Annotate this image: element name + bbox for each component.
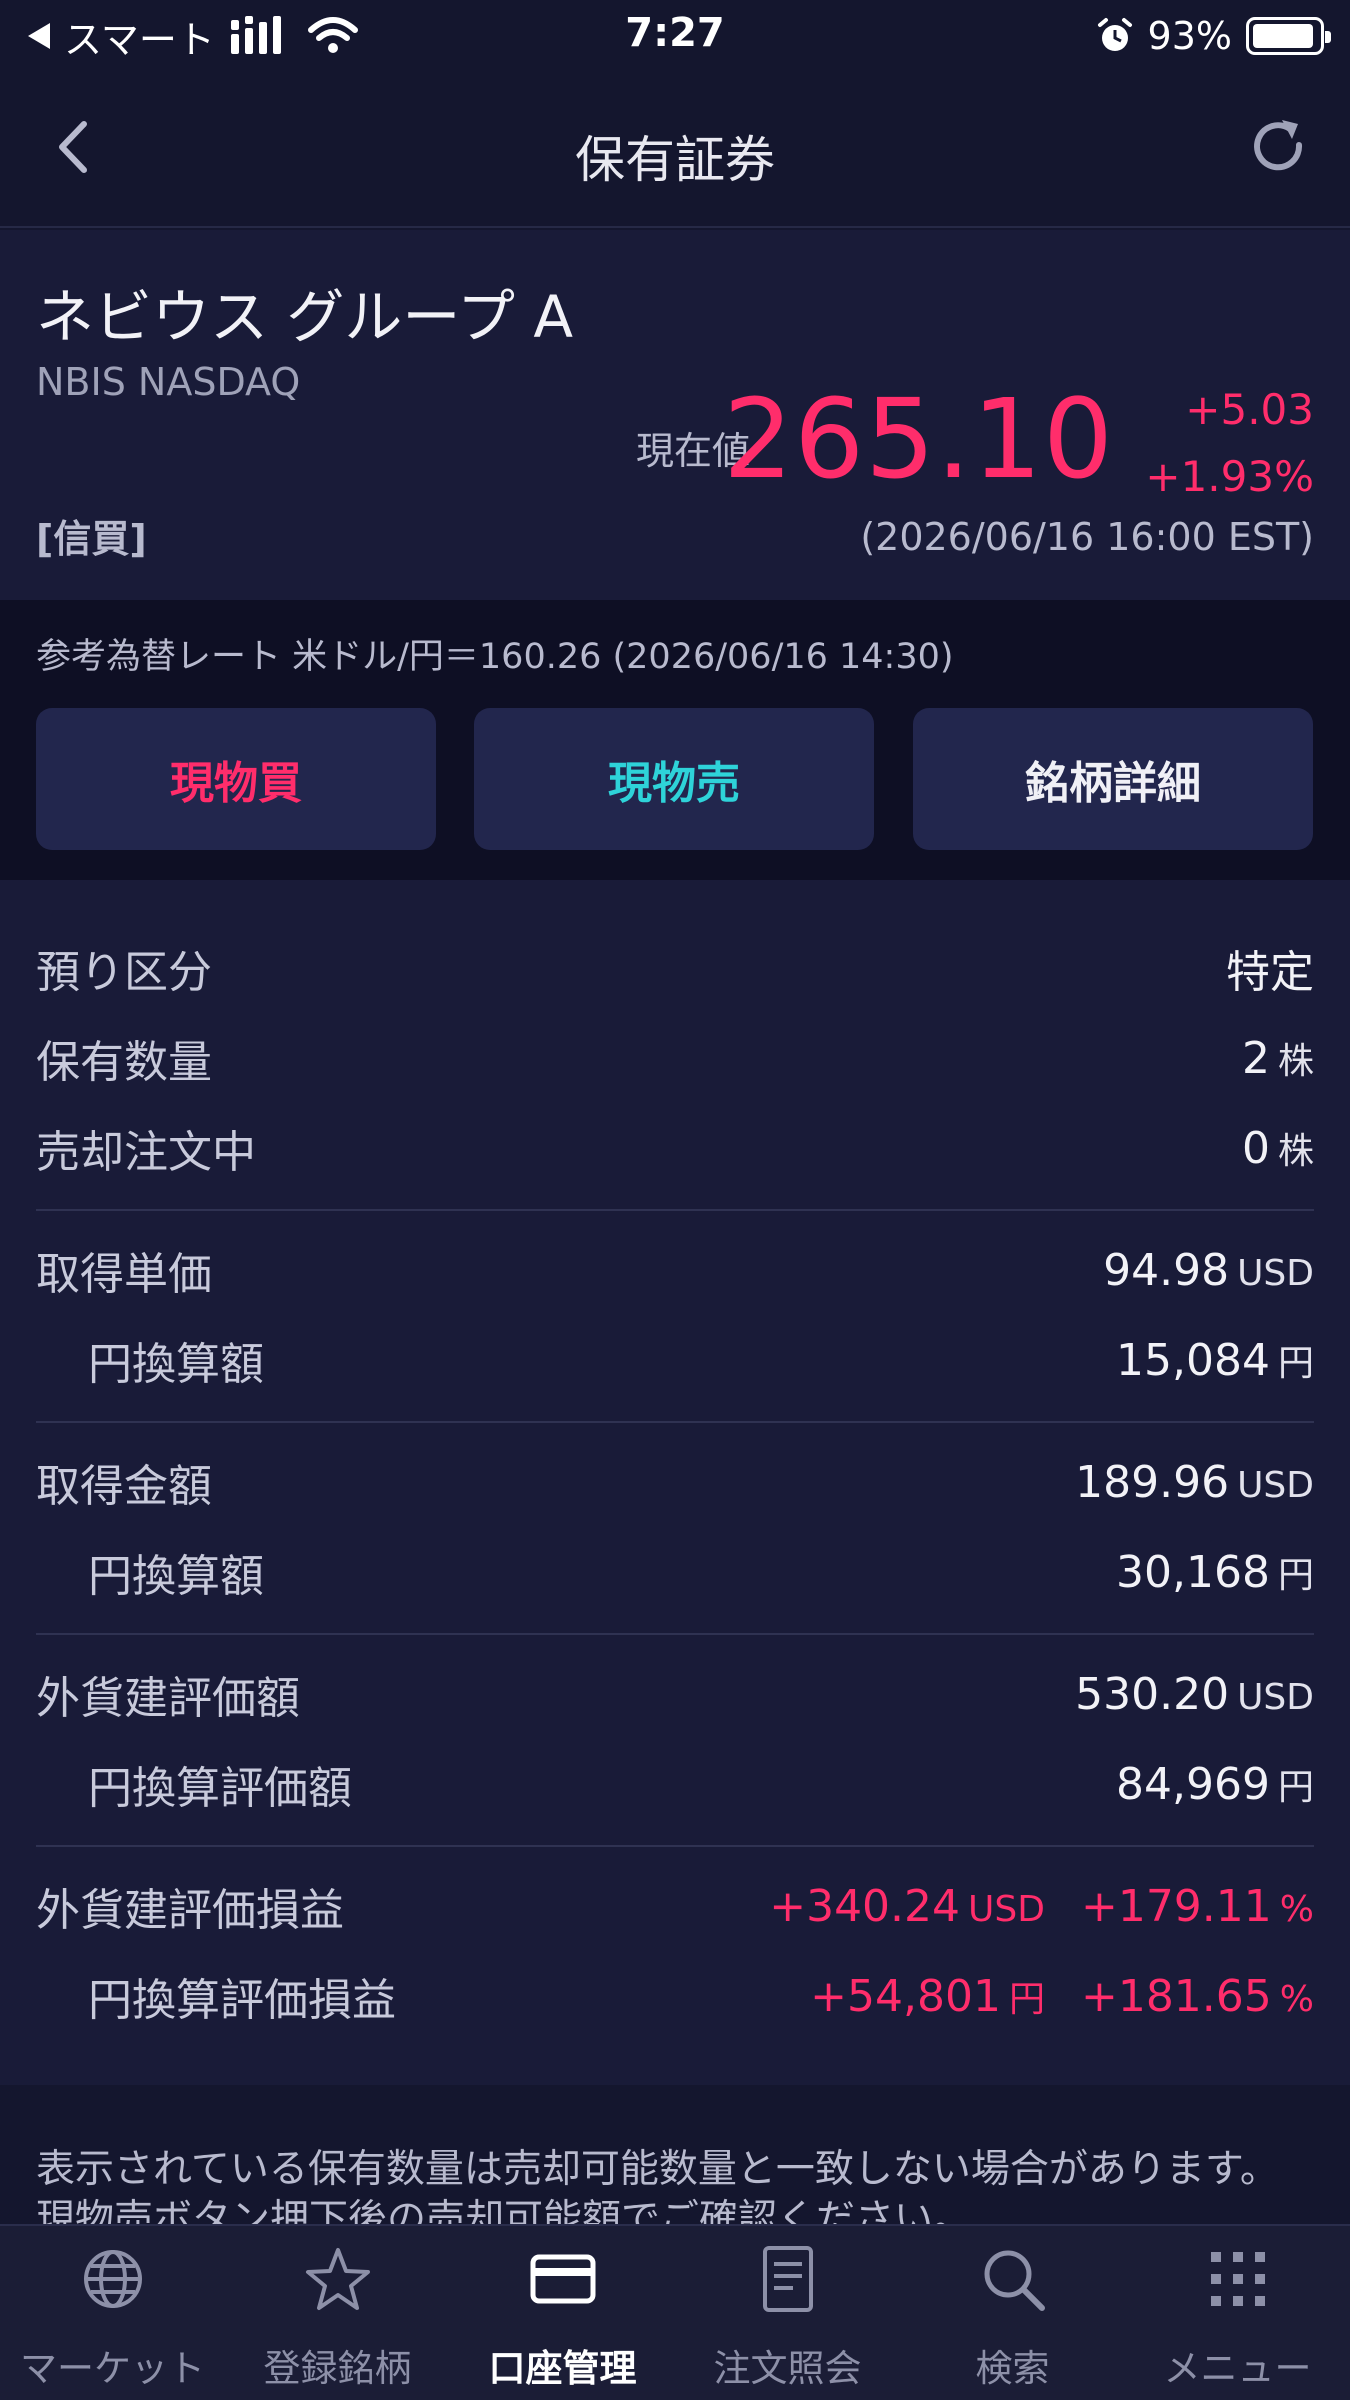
row-percent-unit: % (1279, 1979, 1314, 2020)
price-change: +5.03 (1185, 385, 1314, 434)
exchange-rate: 参考為替レート 米ドル/円＝160.26 (2026/06/16 14:30) (36, 637, 954, 677)
refresh-icon[interactable] (1244, 112, 1314, 182)
battery-nub (1325, 31, 1331, 43)
row-value: 530.20 (1075, 1668, 1230, 1720)
row-label: 保有数量 (36, 1037, 212, 1088)
row-deposit-type: 預り区分 特定 (36, 938, 1314, 998)
row-label: 売却注文中 (36, 1127, 256, 1178)
row-cost-total: 取得金額 189.96 USD (36, 1452, 1314, 1513)
divider (36, 1421, 1314, 1423)
row-label: 取得金額 (36, 1461, 212, 1512)
row-value: 94.98 (1103, 1244, 1230, 1296)
search-icon (984, 2250, 1045, 2311)
row-unit: 円 (1277, 1555, 1314, 1596)
row-unit: 株 (1277, 1131, 1314, 1172)
row-value: 84,969 (1116, 1759, 1270, 1810)
row-value: 189.96 (1075, 1456, 1230, 1508)
row-value: 2 (1241, 1033, 1270, 1084)
row-percent-unit: % (1279, 1888, 1314, 1930)
battery-percent: 93% (1147, 14, 1232, 58)
row-value: 30,168 (1116, 1547, 1270, 1598)
tab-label: 口座管理 (488, 2347, 637, 2390)
sell-button[interactable]: 現物売 (474, 708, 874, 850)
stock-header: ネビウス グループ A NBIS NASDAQ [信買] 現在値 265.10 … (0, 230, 1350, 600)
battery-icon (1246, 17, 1331, 55)
status-right: 93% (1096, 10, 1331, 62)
tab-label: メニュー (1163, 2347, 1312, 2390)
action-band: 参考為替レート 米ドル/円＝160.26 (2026/06/16 14:30) … (0, 600, 1350, 880)
row-profit-loss: 外貨建評価損益 +340.24 USD +179.11% (36, 1876, 1314, 1937)
note-area: 表示されている保有数量は売却可能数量と一致しない場合があります。現物売ボタン押下… (0, 2085, 1350, 2225)
row-label: 円換算額 (88, 1339, 264, 1390)
row-value: 特定 (1226, 947, 1314, 998)
row-quantity: 保有数量 2株 (36, 1028, 1314, 1088)
row-unit-cost-jpy: 円換算額 15,084 円 (36, 1330, 1314, 1390)
row-value: +54,801 (810, 1971, 1001, 2022)
row-unit: 株 (1277, 1041, 1314, 1082)
star-icon (305, 2248, 370, 2310)
stock-code: NBIS NASDAQ (36, 360, 301, 404)
divider (36, 1845, 1314, 1847)
row-label: 円換算額 (88, 1551, 264, 1602)
divider (36, 1633, 1314, 1635)
row-unit-cost: 取得単価 94.98 USD (36, 1240, 1314, 1301)
row-selling: 売却注文中 0株 (36, 1118, 1314, 1178)
document-icon (762, 2246, 813, 2312)
page-title: 保有証券 (575, 131, 775, 189)
holding-note: 表示されている保有数量は売却可能数量と一致しない場合があります。現物売ボタン押下… (36, 2147, 1279, 2225)
row-cost-total-jpy: 円換算額 30,168 円 (36, 1542, 1314, 1602)
tab-watchlist[interactable]: 登録銘柄 (225, 2226, 450, 2400)
current-price: 265.10 (723, 375, 1114, 503)
row-unit: USD (1237, 1676, 1314, 1718)
holding-details: 預り区分 特定 保有数量 2株 売却注文中 0株 取得単価 94.98 USD 円… (0, 880, 1350, 2085)
tab-account[interactable]: 口座管理 (450, 2226, 675, 2400)
row-value: 0 (1241, 1123, 1270, 1174)
row-unit: USD (1237, 1252, 1314, 1294)
row-unit: USD (1237, 1464, 1314, 1506)
row-percent: +179.11 (1080, 1880, 1272, 1932)
grid-menu-icon (1210, 2252, 1265, 2306)
row-valuation-jpy: 円換算評価額 84,969 円 (36, 1754, 1314, 1814)
tab-search[interactable]: 検索 (900, 2226, 1125, 2400)
row-unit: 円 (1277, 1343, 1314, 1384)
price-timestamp: (2026/06/16 16:00 EST) (860, 515, 1314, 559)
tab-label: 検索 (975, 2347, 1050, 2390)
tab-menu[interactable]: メニュー (1125, 2226, 1350, 2400)
row-valuation: 外貨建評価額 530.20 USD (36, 1664, 1314, 1725)
row-value: 15,084 (1116, 1335, 1270, 1386)
row-value: +340.24 (769, 1880, 961, 1932)
row-label: 預り区分 (36, 947, 212, 998)
row-label: 取得単価 (36, 1249, 212, 1300)
price-change-percent: +1.93% (1145, 452, 1314, 501)
row-label: 円換算評価損益 (88, 1975, 396, 2026)
battery-fill (1253, 24, 1313, 48)
stock-name: ネビウス グループ A (36, 283, 574, 351)
row-label: 外貨建評価損益 (36, 1885, 344, 1936)
tab-label: 注文照会 (713, 2347, 862, 2390)
buy-button[interactable]: 現物買 (36, 708, 436, 850)
row-label: 外貨建評価額 (36, 1673, 300, 1724)
row-unit: USD (968, 1888, 1045, 1930)
card-icon (530, 2254, 595, 2304)
nav-bar: 保有証券 (0, 72, 1350, 228)
tab-label: 登録銘柄 (263, 2347, 412, 2390)
tab-bar: マーケット 登録銘柄 口座管理 注文照会 検索 メニュー (0, 2224, 1350, 2400)
row-unit: 円 (1008, 1979, 1045, 2020)
row-percent: +181.65 (1080, 1971, 1272, 2022)
row-label: 円換算評価額 (88, 1763, 352, 1814)
status-bar: スマート 7:27 93% (0, 0, 1350, 72)
tab-market[interactable]: マーケット (0, 2226, 225, 2400)
tab-label: マーケット (20, 2347, 205, 2390)
stock-detail-button[interactable]: 銘柄詳細 (913, 708, 1313, 850)
alarm-icon (1097, 18, 1132, 51)
row-profit-loss-jpy: 円換算評価損益 +54,801 円 +181.65% (36, 1966, 1314, 2026)
account-type-label: [信買] (36, 517, 147, 561)
divider (36, 1209, 1314, 1211)
globe-icon (83, 2250, 142, 2308)
row-unit: 円 (1277, 1767, 1314, 1808)
tab-orders[interactable]: 注文照会 (675, 2226, 900, 2400)
